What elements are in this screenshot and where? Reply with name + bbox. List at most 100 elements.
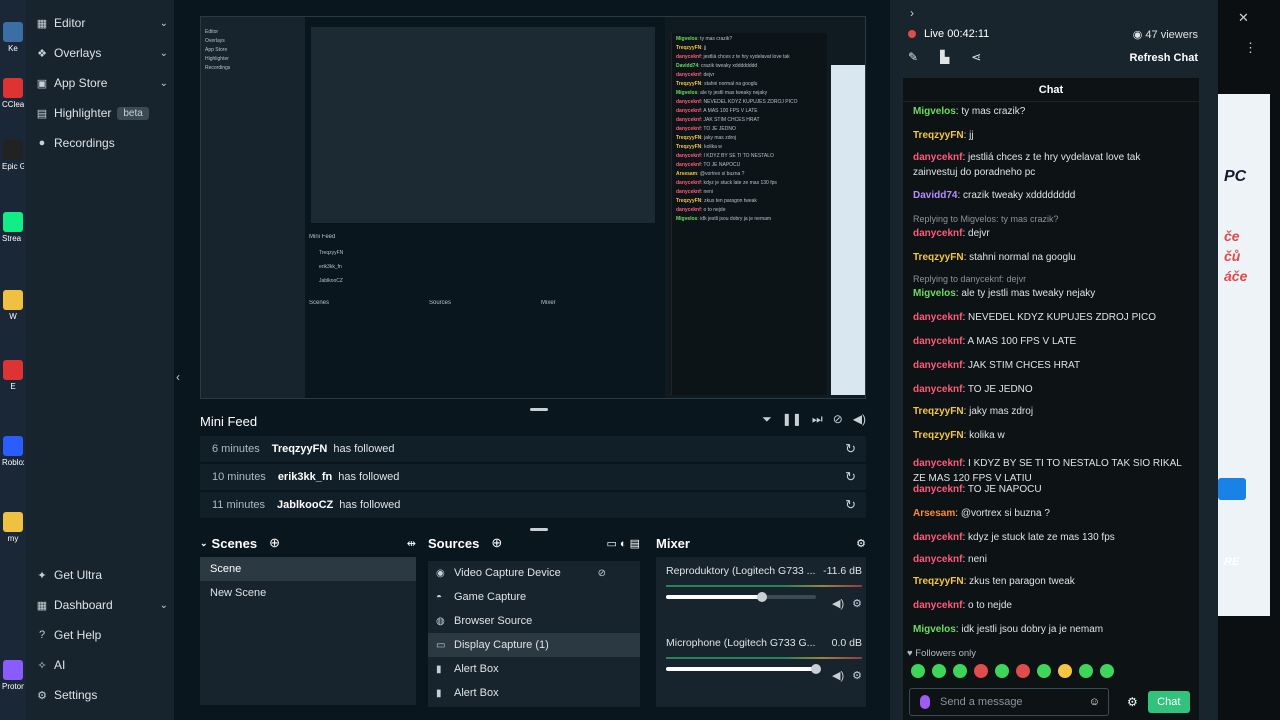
resize-handle[interactable] bbox=[530, 528, 548, 531]
chat-reply-context: Replying to Migvelos: ty mas crazik? bbox=[913, 212, 1183, 227]
stream-preview[interactable]: Editor Overlays App Store Highlighter Re… bbox=[200, 16, 866, 399]
sidebar-item-recordings[interactable]: ● Recordings bbox=[36, 132, 168, 154]
scene-item[interactable]: New Scene bbox=[200, 581, 416, 605]
sidebar-item-label: Get Help bbox=[54, 628, 102, 642]
chat-username[interactable]: TreqzyyFN bbox=[913, 406, 964, 417]
scene-transitions-icon[interactable]: ⇹ bbox=[407, 537, 416, 550]
volume-icon[interactable]: ◀) bbox=[832, 669, 844, 682]
source-item[interactable]: ◓ Game Capture bbox=[428, 585, 640, 609]
chat-username[interactable]: TreqzyyFN bbox=[913, 130, 964, 141]
chat-settings-icon[interactable]: ⚙ bbox=[1127, 695, 1138, 709]
chevron-left-icon[interactable]: ‹ bbox=[176, 370, 180, 384]
popout-icon[interactable]: ▙ bbox=[940, 50, 949, 64]
chat-send-button[interactable]: Chat bbox=[1147, 691, 1190, 713]
pause-icon[interactable]: ❚❚ bbox=[782, 412, 802, 427]
emote-icon[interactable] bbox=[911, 664, 925, 678]
source-item[interactable]: ▮ Alert Box bbox=[428, 657, 640, 681]
source-item[interactable]: ▮ Alert Box bbox=[428, 681, 640, 705]
refresh-chat-button[interactable]: Refresh Chat bbox=[1130, 52, 1198, 64]
replay-icon[interactable]: ↻ bbox=[845, 441, 856, 457]
sidebar-item-settings[interactable]: ⚙ Settings bbox=[36, 684, 168, 706]
desktop-shortcut[interactable]: Strea Desk bbox=[2, 212, 24, 243]
source-item[interactable]: ◍ Browser Source bbox=[428, 609, 640, 633]
emote-icon[interactable] bbox=[953, 664, 967, 678]
sidebar-item-overlays[interactable]: ❖ Overlays ⌄ bbox=[36, 42, 168, 64]
volume-slider[interactable] bbox=[666, 664, 821, 674]
chevron-right-icon[interactable]: › bbox=[910, 6, 914, 20]
chat-username[interactable]: Migvelos bbox=[913, 106, 956, 117]
chat-username[interactable]: danyceknf bbox=[913, 600, 962, 611]
filter-icon[interactable]: ⏷ bbox=[762, 412, 772, 427]
chat-username[interactable]: danyceknf bbox=[913, 336, 962, 347]
share-icon[interactable]: ⋖ bbox=[971, 50, 981, 64]
chat-username[interactable]: danyceknf bbox=[913, 152, 962, 163]
desktop-shortcut[interactable]: CClea bbox=[2, 78, 24, 109]
chat-username[interactable]: danyceknf bbox=[913, 484, 962, 495]
sidebar-item-editor[interactable]: ▦ Editor ⌄ bbox=[36, 12, 168, 34]
mixer-settings-icon[interactable]: ⚙ bbox=[856, 537, 866, 550]
sidebar-item-highlighter[interactable]: ▤ Highlighter beta bbox=[36, 102, 168, 124]
chat-username[interactable]: danyceknf bbox=[913, 458, 962, 469]
chat-username[interactable]: Arsesam bbox=[913, 508, 955, 519]
desktop-shortcut[interactable]: Ke bbox=[2, 22, 24, 53]
volume-icon[interactable]: ◀) bbox=[853, 412, 866, 427]
sidebar-item-dashboard[interactable]: ▦ Dashboard ⌄ bbox=[36, 594, 168, 616]
chat-username[interactable]: danyceknf bbox=[913, 532, 962, 543]
mute-alerts-icon[interactable]: ⊘ bbox=[833, 412, 843, 427]
emote-icon[interactable] bbox=[1037, 664, 1051, 678]
emote-icon[interactable] bbox=[932, 664, 946, 678]
sidebar-item-get-help[interactable]: ? Get Help bbox=[36, 624, 168, 646]
volume-icon[interactable]: ◀) bbox=[832, 597, 844, 610]
volume-slider[interactable] bbox=[666, 592, 816, 602]
add-source-icon[interactable]: ⊕ bbox=[491, 535, 502, 551]
gear-icon[interactable]: ⚙ bbox=[852, 597, 862, 610]
send-message-input[interactable]: Send a message ☺ bbox=[909, 688, 1109, 716]
alert-icon: ▮ bbox=[436, 663, 442, 675]
desktop-shortcut[interactable]: my bbox=[2, 512, 24, 543]
emoji-icon[interactable]: ☺ bbox=[1089, 696, 1100, 708]
scene-item[interactable]: Scene bbox=[200, 557, 416, 581]
desktop-shortcut[interactable]: Epic G Laun bbox=[2, 140, 24, 171]
replay-icon[interactable]: ↻ bbox=[845, 469, 856, 485]
close-icon[interactable]: ✕ bbox=[1238, 10, 1249, 26]
mic-icon[interactable] bbox=[920, 695, 930, 709]
chat-username[interactable]: TreqzyyFN bbox=[913, 576, 964, 587]
skip-icon[interactable]: ⏭ bbox=[812, 412, 823, 427]
desktop-shortcut[interactable]: Proton bbox=[2, 660, 24, 691]
source-item[interactable]: ▭ Display Capture (1) bbox=[428, 633, 640, 657]
chat-username[interactable]: danyceknf bbox=[913, 228, 962, 239]
source-item[interactable]: ◉ Video Capture Device ⊘ bbox=[428, 561, 640, 585]
more-options-icon[interactable]: ⋮ bbox=[1244, 40, 1257, 56]
emote-icon[interactable] bbox=[1058, 664, 1072, 678]
chat-username[interactable]: danyceknf bbox=[913, 384, 962, 395]
chat-username[interactable]: TreqzyyFN bbox=[913, 252, 964, 263]
sidebar-item-ai[interactable]: ✧ AI bbox=[36, 654, 168, 676]
chat-username[interactable]: danyceknf bbox=[913, 554, 962, 565]
emote-icon[interactable] bbox=[1100, 664, 1114, 678]
emote-icon[interactable] bbox=[995, 664, 1009, 678]
desktop-shortcut[interactable]: Roblox bbox=[2, 436, 24, 467]
folder-icon[interactable]: ▭ ◐ ▤ bbox=[606, 537, 640, 550]
gear-icon[interactable]: ⚙ bbox=[852, 669, 862, 682]
replay-icon[interactable]: ↻ bbox=[845, 497, 856, 513]
chat-username[interactable]: danyceknf bbox=[913, 360, 962, 371]
mixer-header: Mixer ⚙ bbox=[656, 533, 866, 553]
add-scene-icon[interactable]: ⊕ bbox=[269, 535, 280, 551]
chat-username[interactable]: Migvelos bbox=[913, 624, 956, 635]
emote-icon[interactable] bbox=[974, 664, 988, 678]
sidebar-item-app-store[interactable]: ▣ App Store ⌄ bbox=[36, 72, 168, 94]
emote-icon[interactable] bbox=[1079, 664, 1093, 678]
chat-username[interactable]: Davidd74 bbox=[913, 190, 957, 201]
webpage-text: áče bbox=[1224, 268, 1248, 284]
sidebar-item-get-ultra[interactable]: ✦ Get Ultra bbox=[36, 564, 168, 586]
chat-username[interactable]: TreqzyyFN bbox=[913, 430, 964, 441]
desktop-shortcut[interactable]: W bbox=[2, 290, 24, 321]
emote-icon[interactable] bbox=[1016, 664, 1030, 678]
chat-username[interactable]: Migvelos bbox=[913, 288, 956, 299]
chat-username[interactable]: danyceknf bbox=[913, 312, 962, 323]
desktop-shortcut[interactable]: E bbox=[2, 360, 24, 391]
visibility-off-icon[interactable]: ⊘ bbox=[598, 568, 606, 579]
chevron-down-icon[interactable]: ⌄ bbox=[200, 538, 208, 549]
pencil-icon[interactable]: ✎ bbox=[908, 50, 918, 64]
webpage-button[interactable] bbox=[1218, 478, 1246, 500]
